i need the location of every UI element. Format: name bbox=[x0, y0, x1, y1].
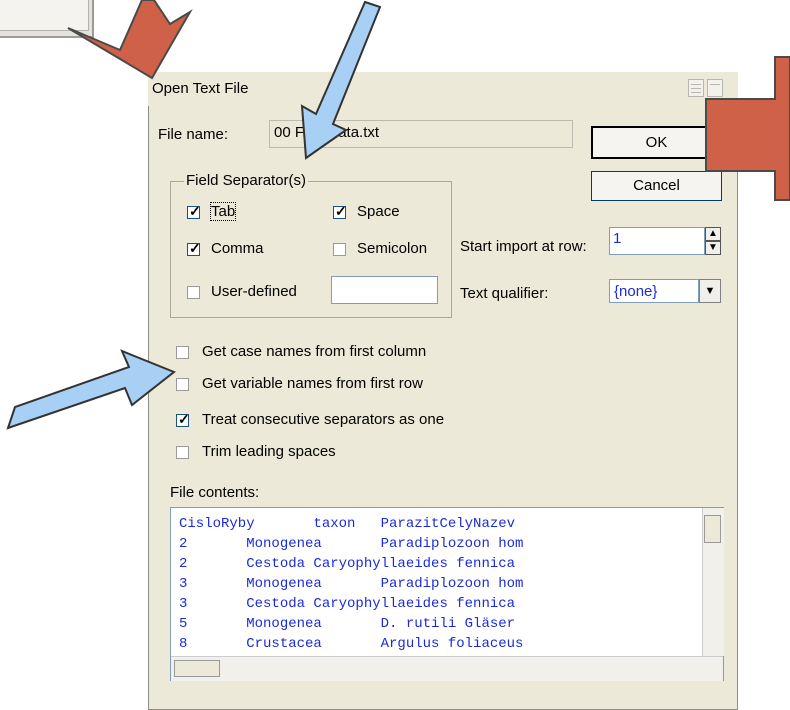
blue-arrow-icon bbox=[6, 349, 176, 430]
red-arrow-icon bbox=[67, 0, 193, 80]
annotation-overlay bbox=[6, 0, 790, 430]
blue-arrow-icon bbox=[300, 0, 382, 160]
red-arrow-icon bbox=[705, 56, 790, 201]
